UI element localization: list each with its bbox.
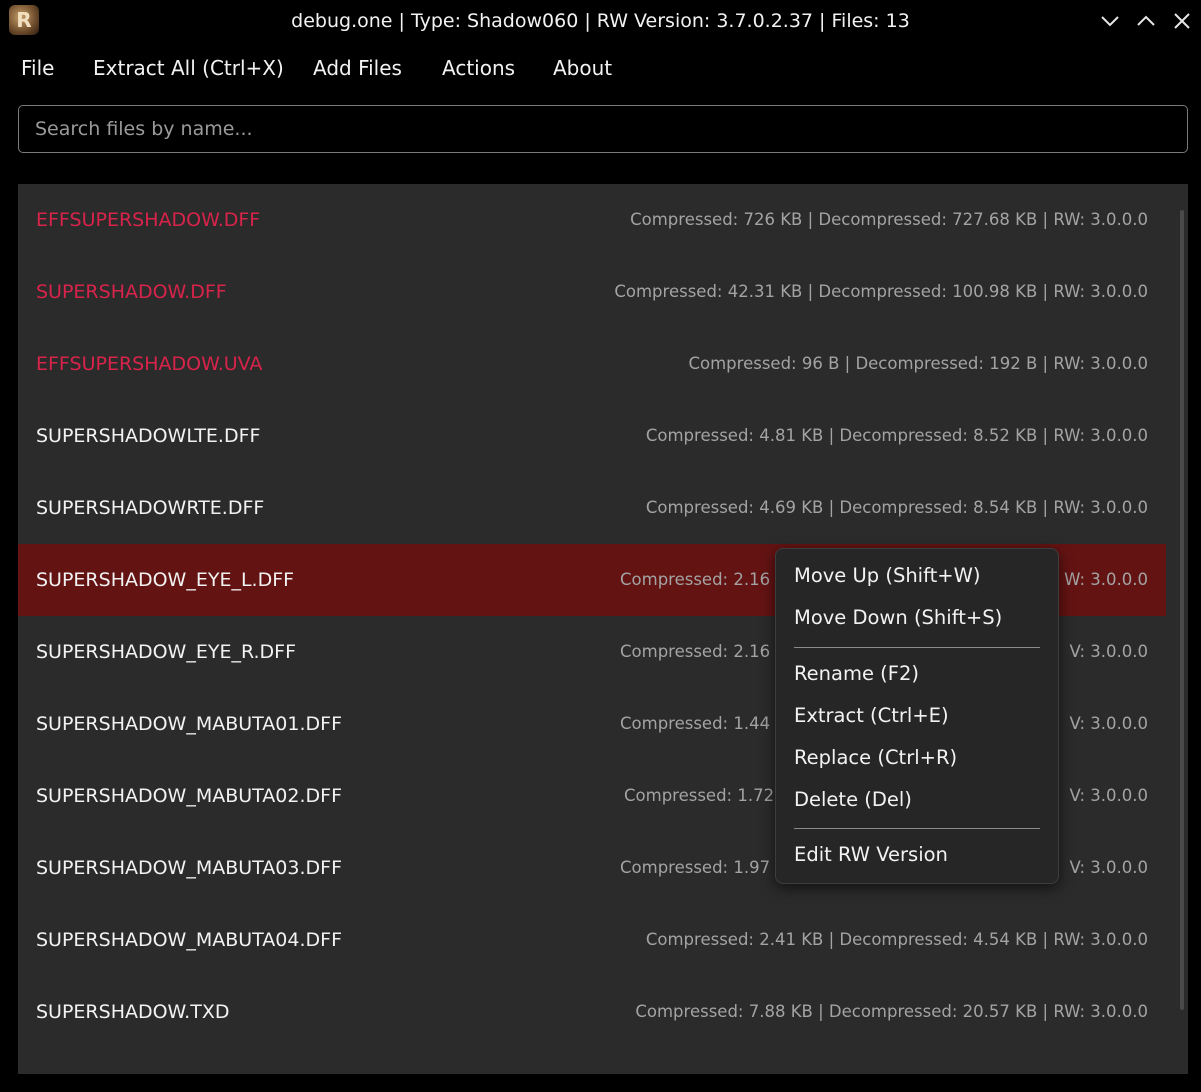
file-name: EFFSUPERSHADOW.UVA xyxy=(36,353,263,375)
file-meta-tail: V: 3.0.0.0 xyxy=(1069,786,1148,805)
file-meta: Compressed: 2.41 KB | Decompressed: 4.54… xyxy=(645,930,1148,949)
file-name: SUPERSHADOW.TXD xyxy=(36,1001,230,1023)
file-row[interactable]: SUPERSHADOW.TXD Compressed: 7.88 KB | Dec… xyxy=(18,976,1166,1048)
file-meta-tail: W: 3.0.0.0 xyxy=(1064,570,1148,589)
file-meta: Compressed: 1.72 xyxy=(624,786,775,805)
file-row[interactable]: SUPERSHADOW.DFF Compressed: 42.31 KB | De… xyxy=(18,256,1166,328)
file-meta: Compressed: 4.69 KB | Decompressed: 8.54… xyxy=(645,498,1148,517)
file-row[interactable]: SUPERSHADOWLTE.DFF Compressed: 4.81 KB | … xyxy=(18,400,1166,472)
file-name: SUPERSHADOW_EYE_L.DFF xyxy=(36,569,295,591)
search-box xyxy=(18,105,1188,153)
context-menu: Move Up (Shift+W) Move Down (Shift+S) Rena… xyxy=(775,548,1059,884)
file-row[interactable]: EFFSUPERSHADOW.DFF Compressed: 726 KB | D… xyxy=(18,184,1166,256)
file-meta: Compressed: 7.88 KB | Decompressed: 20.5… xyxy=(635,1002,1148,1021)
file-name: SUPERSHADOW.DFF xyxy=(36,281,227,303)
ctx-extract[interactable]: Extract (Ctrl+E) xyxy=(794,701,949,731)
scrollbar[interactable] xyxy=(1180,210,1184,1010)
menu-extract-all[interactable]: Extract All (Ctrl+X) xyxy=(93,54,284,82)
file-row[interactable]: SUPERSHADOWRTE.DFF Compressed: 4.69 KB | … xyxy=(18,472,1166,544)
close-icon xyxy=(1174,13,1190,29)
menu-actions[interactable]: Actions xyxy=(442,54,515,82)
file-row[interactable]: SUPERSHADOW_MABUTA04.DFF Compressed: 2.41… xyxy=(18,904,1166,976)
ctx-rename[interactable]: Rename (F2) xyxy=(794,659,919,689)
file-name: EFFSUPERSHADOW.DFF xyxy=(36,209,261,231)
file-name: SUPERSHADOWRTE.DFF xyxy=(36,497,265,519)
ctx-move-up[interactable]: Move Up (Shift+W) xyxy=(794,561,981,591)
ctx-delete[interactable]: Delete (Del) xyxy=(794,785,912,815)
search-input[interactable] xyxy=(19,106,1187,152)
file-meta: Compressed: 42.31 KB | Decompressed: 100… xyxy=(614,282,1148,301)
menu-file[interactable]: File xyxy=(21,54,54,82)
file-meta: Compressed: 4.81 KB | Decompressed: 8.52… xyxy=(645,426,1148,445)
title-bar: R debug.one | Type: Shadow060 | RW Versi… xyxy=(0,0,1201,42)
file-meta: Compressed: 2.16 xyxy=(620,642,771,661)
file-name: SUPERSHADOW_MABUTA03.DFF xyxy=(36,857,343,879)
file-name: SUPERSHADOW_MABUTA01.DFF xyxy=(36,713,343,735)
file-name: SUPERSHADOWLTE.DFF xyxy=(36,425,261,447)
ctx-replace[interactable]: Replace (Ctrl+R) xyxy=(794,743,957,773)
chevron-up-icon xyxy=(1137,15,1155,26)
file-row[interactable]: EFFSUPERSHADOW.UVA Compressed: 96 B | Dec… xyxy=(18,328,1166,400)
window-title: debug.one | Type: Shadow060 | RW Version… xyxy=(291,10,910,32)
file-meta: Compressed: 726 KB | Decompressed: 727.6… xyxy=(630,210,1148,229)
file-meta-tail: V: 3.0.0.0 xyxy=(1069,642,1148,661)
context-menu-separator xyxy=(794,647,1040,648)
context-menu-separator xyxy=(794,828,1040,829)
close-button[interactable] xyxy=(1170,9,1194,33)
menu-bar: File Extract All (Ctrl+X) Add Files Acti… xyxy=(0,42,1201,94)
menu-add-files[interactable]: Add Files xyxy=(313,54,402,82)
file-meta: Compressed: 96 B | Decompressed: 192 B |… xyxy=(688,354,1148,373)
ctx-edit-rw-version[interactable]: Edit RW Version xyxy=(794,840,948,870)
minimize-button[interactable] xyxy=(1098,9,1122,33)
file-name: SUPERSHADOW_MABUTA02.DFF xyxy=(36,785,343,807)
file-name: SUPERSHADOW_MABUTA04.DFF xyxy=(36,929,343,951)
file-name: SUPERSHADOW_EYE_R.DFF xyxy=(36,641,297,663)
menu-about[interactable]: About xyxy=(553,54,612,82)
maximize-button[interactable] xyxy=(1134,9,1158,33)
ctx-move-down[interactable]: Move Down (Shift+S) xyxy=(794,603,1002,633)
file-meta-tail: V: 3.0.0.0 xyxy=(1069,714,1148,733)
file-meta: Compressed: 1.97 xyxy=(620,858,771,877)
chevron-down-icon xyxy=(1101,16,1119,27)
file-meta: Compressed: 1.44 xyxy=(620,714,771,733)
file-meta-tail: V: 3.0.0.0 xyxy=(1069,858,1148,877)
file-meta: Compressed: 2.16 xyxy=(620,570,771,589)
